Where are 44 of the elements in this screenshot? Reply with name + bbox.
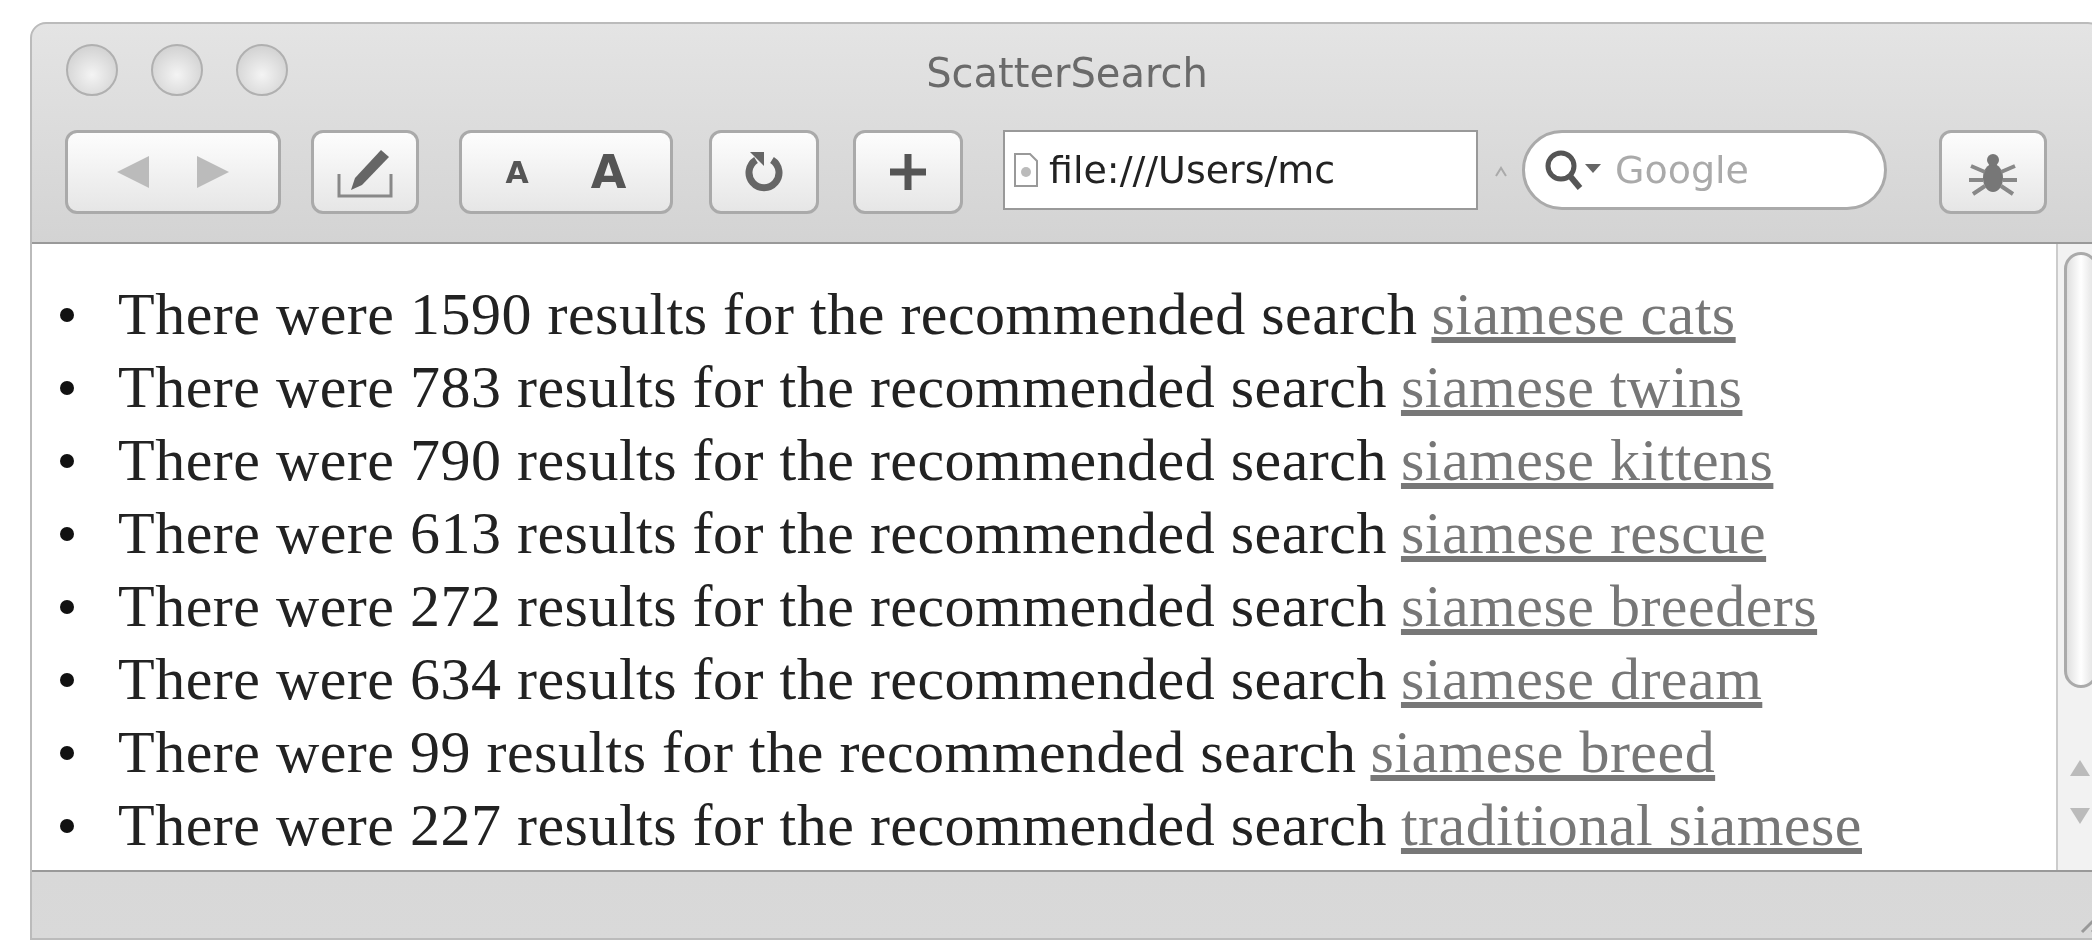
back-forward-button[interactable] <box>65 130 281 214</box>
bullet-icon <box>60 380 74 395</box>
minimize-button[interactable] <box>151 44 203 96</box>
bullet-icon <box>60 672 74 687</box>
bullet-icon <box>60 526 74 541</box>
search-link[interactable]: siamese breed <box>1370 718 1716 787</box>
search-link[interactable]: siamese breeders <box>1400 572 1818 641</box>
search-link[interactable]: traditional siamese <box>1400 791 1862 860</box>
result-text: There were 227 results for the recommended search <box>118 791 1387 860</box>
bullet-icon <box>60 453 74 468</box>
search-link[interactable]: siamese dream <box>1400 645 1763 714</box>
result-text: There were 783 results for the recommended search <box>118 353 1387 422</box>
window-title: ScatterSearch <box>926 50 1208 96</box>
caret-icon <box>1494 166 1508 178</box>
close-button[interactable] <box>66 44 118 96</box>
search-link[interactable]: siamese rescue <box>1400 499 1767 568</box>
bullet-icon <box>60 818 74 833</box>
result-text: There were 272 results for the recommended search <box>118 572 1387 641</box>
search-link[interactable]: siamese cats <box>1431 280 1736 349</box>
search-field[interactable]: Google <box>1613 147 1847 193</box>
result-text: There were 634 results for the recommended search <box>118 645 1387 714</box>
reload-button[interactable] <box>709 130 819 214</box>
reload-icon <box>744 150 784 194</box>
search-link[interactable]: siamese kittens <box>1400 426 1774 495</box>
bullet-icon <box>60 599 74 614</box>
bug-button[interactable] <box>1939 130 2047 214</box>
result-text: There were 1590 results for the recommended search <box>118 280 1418 349</box>
plus-icon <box>888 152 928 192</box>
page-icon <box>1013 152 1039 188</box>
scrollbar[interactable] <box>2056 244 2092 870</box>
search-field[interactable]: Google <box>1522 130 1887 210</box>
text-size-button[interactable]: A A <box>459 130 673 214</box>
zoom-button[interactable] <box>236 44 288 96</box>
scroll-down-icon[interactable] <box>2068 806 2092 826</box>
result-text: There were 613 results for the recommended search <box>118 499 1387 568</box>
address-field[interactable]: file:///Users/mc <box>1003 130 1478 210</box>
edit-button[interactable] <box>311 130 419 214</box>
add-bookmark-button[interactable] <box>853 130 963 214</box>
search-link[interactable]: siamese twins <box>1400 353 1743 422</box>
result-text: There were 99 results for the recommended search <box>118 718 1357 787</box>
result-text: There were 790 results for the recommended search <box>118 426 1387 495</box>
bullet-icon <box>60 745 74 760</box>
scroll-up-icon[interactable] <box>2068 758 2092 778</box>
bullet-icon <box>60 307 74 322</box>
